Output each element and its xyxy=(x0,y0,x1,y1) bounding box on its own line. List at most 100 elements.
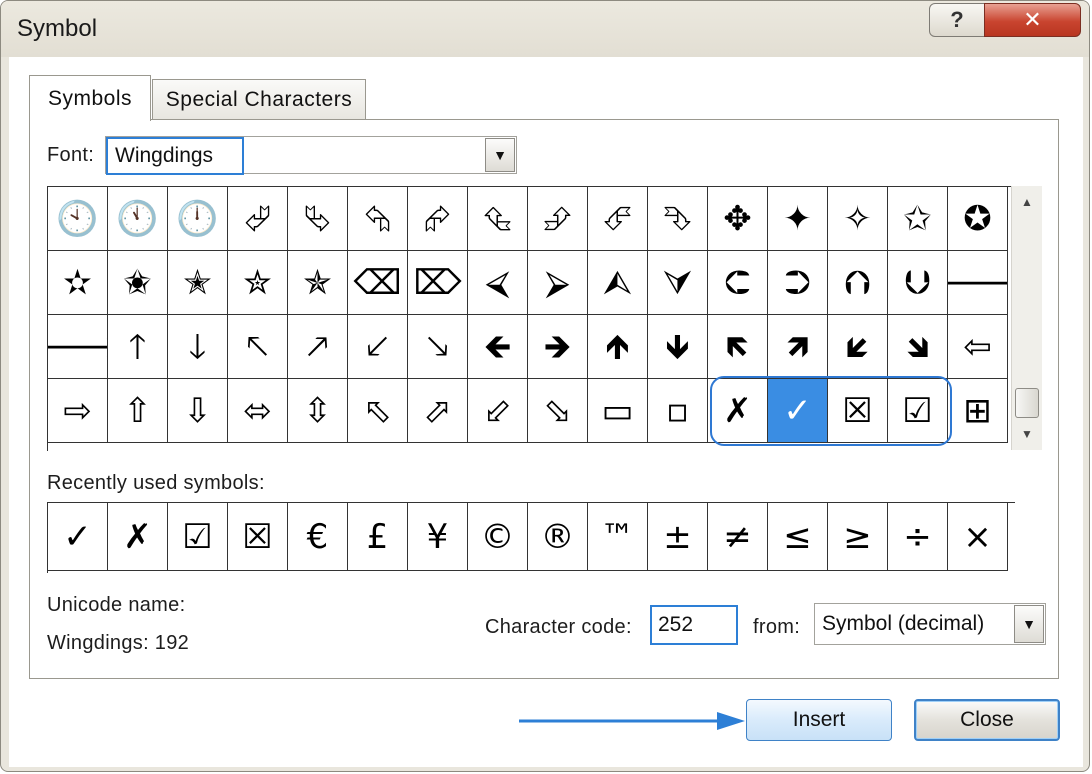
symbol-cell[interactable]: ⮙ xyxy=(588,251,648,315)
symbol-cell[interactable]: ⬄ xyxy=(228,379,288,443)
symbol-cell[interactable]: 🡿 xyxy=(828,315,888,379)
symbol-cell[interactable]: 🕚 xyxy=(108,187,168,251)
symbol-cell[interactable]: ⮈ xyxy=(708,251,768,315)
symbol-cell[interactable]: ⮚ xyxy=(528,251,588,315)
symbol-cell[interactable]: 🡖 xyxy=(408,315,468,379)
symbol-cell[interactable]: 🡾 xyxy=(888,315,948,379)
symbol-cell[interactable]: ✧ xyxy=(828,187,888,251)
close-button[interactable]: Close xyxy=(914,699,1060,741)
symbol-cell[interactable]: 🡔 xyxy=(228,315,288,379)
symbol-cell[interactable]: ✓ xyxy=(768,379,828,443)
symbol-cell[interactable]: ⊞ xyxy=(948,379,1008,443)
symbol-cell[interactable]: ⬂ xyxy=(528,379,588,443)
symbol-cell[interactable]: 🕛 xyxy=(168,187,228,251)
tab-special-characters[interactable]: Special Characters xyxy=(152,79,366,119)
scroll-up-arrow-icon[interactable]: ▲ xyxy=(1012,188,1042,216)
symbol-cell[interactable]: ⌫ xyxy=(348,251,408,315)
symbol-cell[interactable]: ⬃ xyxy=(468,379,528,443)
symbol-cell[interactable]: ⮴ xyxy=(468,187,528,251)
symbol-cell[interactable]: ✯ xyxy=(288,251,348,315)
symbol-cell[interactable]: ✫ xyxy=(48,251,108,315)
symbol-cell[interactable]: ⇩ xyxy=(168,379,228,443)
symbol-cell[interactable]: 🡑 xyxy=(108,315,168,379)
symbol-cell[interactable]: ✭ xyxy=(168,251,228,315)
symbol-cell[interactable]: 🡹 xyxy=(588,315,648,379)
symbol-cell[interactable]: ✥ xyxy=(708,187,768,251)
recent-symbols-grid: ✓ ✗ ☑ ☒ € £ ¥ © ® ™ ± ≠ ≤ ≥ ÷ × xyxy=(47,502,1015,573)
scroll-thumb[interactable] xyxy=(1015,388,1039,418)
symbol-cell[interactable]: 🡐 xyxy=(948,251,1008,315)
symbol-cell[interactable]: ⇳ xyxy=(288,379,348,443)
symbol-cell[interactable]: 🡽 xyxy=(768,315,828,379)
recent-symbol-cell[interactable]: × xyxy=(948,503,1008,571)
symbol-cell[interactable]: 🡒 xyxy=(48,315,108,379)
recent-symbol-cell[interactable]: © xyxy=(468,503,528,571)
symbol-cell[interactable]: ⬀ xyxy=(408,379,468,443)
font-dropdown-button[interactable]: ▼ xyxy=(485,138,515,172)
symbol-cell[interactable]: ⮵ xyxy=(528,187,588,251)
symbol-cell[interactable]: ✮ xyxy=(228,251,288,315)
title-bar: Symbol ? ✕ xyxy=(1,1,1089,57)
recent-symbol-cell[interactable]: ✗ xyxy=(108,503,168,571)
recent-symbol-cell[interactable]: ☒ xyxy=(228,503,288,571)
symbol-cell[interactable]: ⌦ xyxy=(408,251,468,315)
font-value[interactable]: Wingdings xyxy=(106,137,244,175)
close-window-button[interactable]: ✕ xyxy=(984,3,1081,37)
symbol-dialog: Symbol ? ✕ Symbols Special Characters Fo… xyxy=(0,0,1090,772)
symbol-cell[interactable]: ⇧ xyxy=(108,379,168,443)
symbol-cell[interactable]: ☑ xyxy=(888,379,948,443)
symbol-cell[interactable]: ⇨ xyxy=(48,379,108,443)
symbol-cell[interactable]: 🡻 xyxy=(648,315,708,379)
symbol-cell[interactable]: ✦ xyxy=(768,187,828,251)
symbol-cell[interactable]: ⮛ xyxy=(648,251,708,315)
recent-symbol-cell[interactable]: ÷ xyxy=(888,503,948,571)
recent-symbol-cell[interactable]: ✓ xyxy=(48,503,108,571)
symbol-cell[interactable]: ⮶ xyxy=(588,187,648,251)
symbol-cell[interactable]: ⮊ xyxy=(768,251,828,315)
symbol-cell[interactable]: 🡓 xyxy=(168,315,228,379)
symbol-cell[interactable]: ⮳ xyxy=(408,187,468,251)
scroll-down-arrow-icon[interactable]: ▼ xyxy=(1012,420,1042,448)
character-code-input[interactable]: 252 xyxy=(650,605,738,645)
recent-symbol-cell[interactable]: ™ xyxy=(588,503,648,571)
symbol-cell[interactable]: 🡕 xyxy=(288,315,348,379)
insert-button[interactable]: Insert xyxy=(746,699,892,741)
symbol-cell[interactable]: 🡺 xyxy=(528,315,588,379)
recent-symbol-cell[interactable]: € xyxy=(288,503,348,571)
from-dropdown-button[interactable]: ▼ xyxy=(1014,605,1044,643)
symbol-cell[interactable]: ✩ xyxy=(888,187,948,251)
recent-symbol-cell[interactable]: ¥ xyxy=(408,503,468,571)
help-button[interactable]: ? xyxy=(929,3,985,37)
symbol-cell[interactable]: ☒ xyxy=(828,379,888,443)
symbol-cell[interactable]: ▭ xyxy=(588,379,648,443)
symbol-cell[interactable]: 🕙 xyxy=(48,187,108,251)
symbol-cell[interactable]: ⮱ xyxy=(288,187,348,251)
symbol-cell[interactable]: ⇦ xyxy=(948,315,1008,379)
symbol-grid-scrollbar[interactable]: ▲ ▼ xyxy=(1011,186,1042,450)
symbol-cell[interactable]: ⮰ xyxy=(228,187,288,251)
symbol-cell[interactable]: ✪ xyxy=(948,187,1008,251)
recent-symbol-cell[interactable]: £ xyxy=(348,503,408,571)
symbol-cell[interactable]: 🡼 xyxy=(708,315,768,379)
symbol-cell[interactable]: ⮲ xyxy=(348,187,408,251)
recent-symbol-cell[interactable]: ® xyxy=(528,503,588,571)
symbol-cell[interactable]: 🡗 xyxy=(348,315,408,379)
symbol-cell[interactable]: ⮘ xyxy=(468,251,528,315)
recent-symbol-cell[interactable]: ≠ xyxy=(708,503,768,571)
symbol-cell[interactable]: ⮷ xyxy=(648,187,708,251)
recent-symbol-cell[interactable]: ≥ xyxy=(828,503,888,571)
symbol-cell[interactable]: ▫ xyxy=(648,379,708,443)
symbol-cell[interactable]: ⬁ xyxy=(348,379,408,443)
arrow-pointer-icon xyxy=(519,712,745,730)
font-dropdown[interactable]: Wingdings ▼ xyxy=(105,136,517,175)
recent-symbol-cell[interactable]: ☑ xyxy=(168,503,228,571)
symbol-cell[interactable]: ⮋ xyxy=(888,251,948,315)
recent-symbol-cell[interactable]: ± xyxy=(648,503,708,571)
symbol-cell[interactable]: ✬ xyxy=(108,251,168,315)
symbol-cell[interactable]: ✗ xyxy=(708,379,768,443)
symbol-cell[interactable]: ⮉ xyxy=(828,251,888,315)
recent-symbol-cell[interactable]: ≤ xyxy=(768,503,828,571)
tab-symbols[interactable]: Symbols xyxy=(29,75,151,121)
symbol-cell[interactable]: 🡸 xyxy=(468,315,528,379)
from-dropdown[interactable]: Symbol (decimal) ▼ xyxy=(814,603,1046,645)
